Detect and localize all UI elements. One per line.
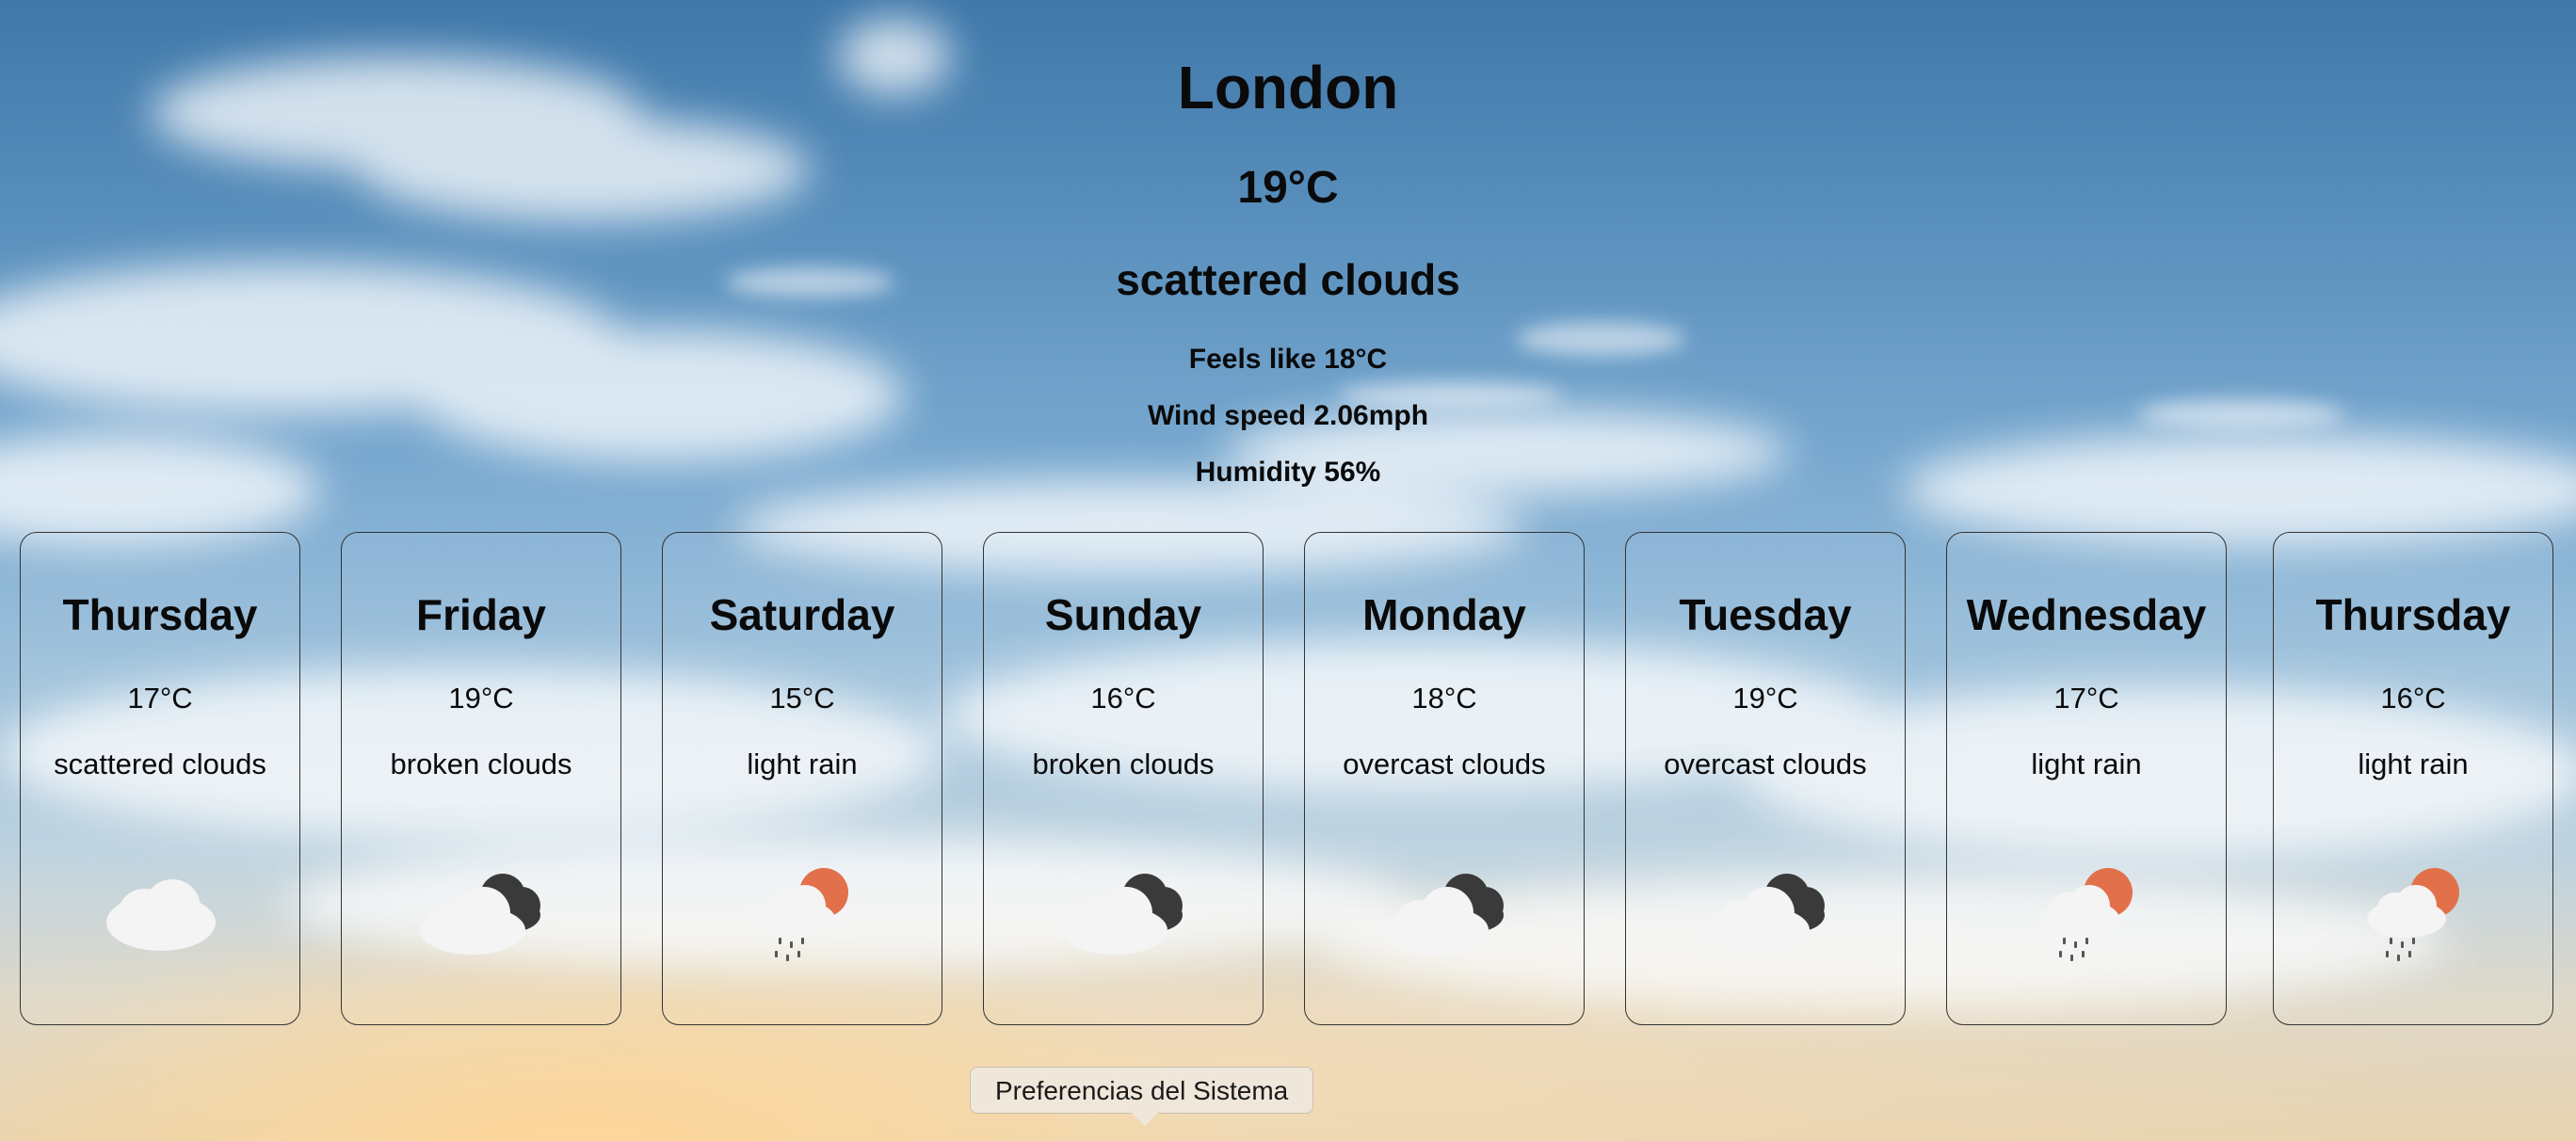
rain-sun-icon (756, 868, 848, 961)
forecast-temp: 19°C (1732, 682, 1798, 715)
forecast-temp: 18°C (1411, 682, 1477, 715)
forecast-card: Tuesday 19°C overcast clouds (1625, 532, 1906, 1025)
forecast-day: Wednesday (1966, 590, 2207, 639)
current-description: scattered clouds (1116, 255, 1460, 304)
tooltip-arrow (1132, 1113, 1158, 1126)
wind-speed: Wind speed 2.06mph (1147, 400, 1429, 431)
forecast-card: Sunday 16°C broken clouds (983, 532, 1264, 1025)
broken-clouds-icon (1383, 874, 1504, 955)
system-preferences-tooltip: Preferencias del Sistema (970, 1067, 1314, 1114)
city-name: London (1177, 54, 1399, 121)
current-temperature: 19°C (1237, 163, 1339, 213)
broken-clouds-icon (1704, 874, 1825, 955)
forecast-description: light rain (2358, 747, 2469, 780)
forecast-card: Thursday 17°C scattered clouds (20, 532, 300, 1025)
broken-clouds-icon (1062, 874, 1183, 955)
cloud-icon (106, 879, 216, 951)
forecast-description: scattered clouds (54, 747, 266, 780)
forecast-temp: 16°C (2380, 682, 2446, 715)
forecast-card: Monday 18°C overcast clouds (1304, 532, 1585, 1025)
forecast-card: Wednesday 17°C light rain (1946, 532, 2227, 1025)
forecast-day: Sunday (1044, 590, 1202, 639)
forecast-description: overcast clouds (1664, 747, 1867, 780)
forecast-description: light rain (2031, 747, 2142, 780)
forecast-day: Saturday (709, 590, 895, 639)
forecast-card: Saturday 15°C light rain (662, 532, 942, 1025)
forecast-day: Thursday (2315, 590, 2511, 639)
forecast-temp: 17°C (2053, 682, 2119, 715)
feels-like: Feels like 18°C (1188, 344, 1388, 375)
forecast-day: Thursday (62, 590, 258, 639)
forecast-day: Tuesday (1679, 590, 1852, 639)
rain-sun-icon (2040, 868, 2133, 961)
forecast-temp: 17°C (127, 682, 193, 715)
humidity: Humidity 56% (1195, 457, 1381, 488)
forecast-day: Monday (1362, 590, 1526, 639)
forecast-temp: 15°C (769, 682, 835, 715)
broken-clouds-icon (420, 874, 540, 955)
forecast-card: Thursday 16°C light rain (2273, 532, 2553, 1025)
forecast-description: overcast clouds (1343, 747, 1546, 780)
rain-sun-icon (2367, 868, 2459, 961)
forecast-description: broken clouds (390, 747, 572, 780)
forecast-day: Friday (415, 590, 547, 639)
forecast-description: light rain (747, 747, 858, 780)
forecast-description: broken clouds (1032, 747, 1215, 780)
forecast-card: Friday 19°C broken clouds (341, 532, 621, 1025)
forecast-temp: 16°C (1090, 682, 1156, 715)
forecast-temp: 19°C (448, 682, 514, 715)
